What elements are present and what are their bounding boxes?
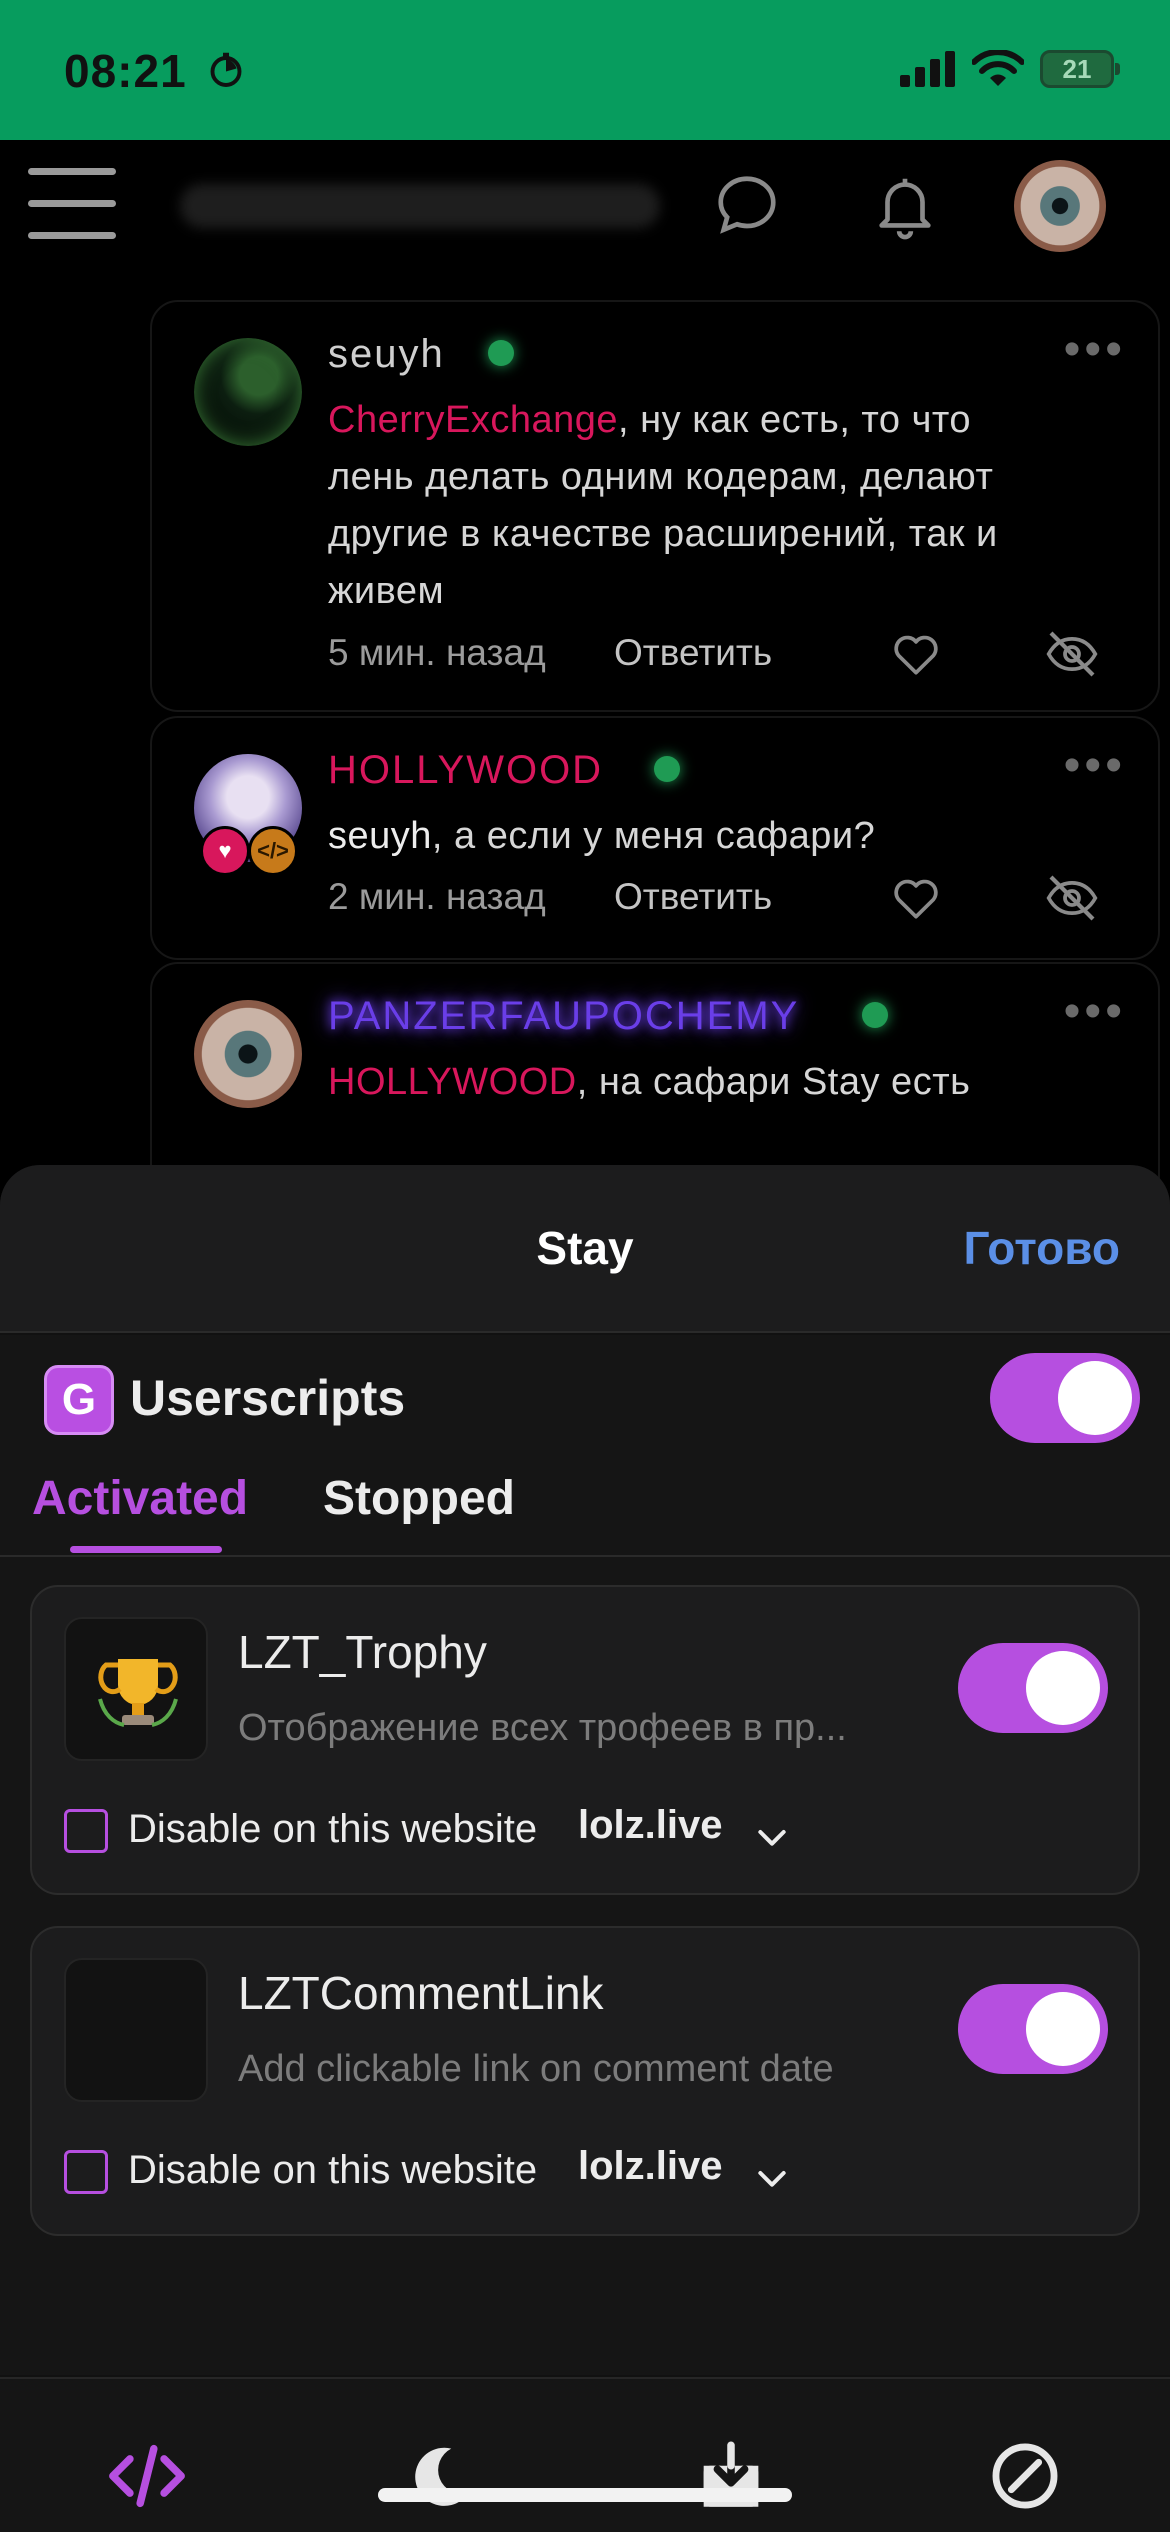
mention-link[interactable]: CherryExchange (328, 399, 618, 441)
script-card-lzt-trophy[interactable]: LZT_Trophy Отображение всех трофеев в пр… (30, 1585, 1140, 1895)
divider (0, 1555, 1170, 1557)
script-icon-placeholder (64, 1958, 208, 2102)
done-button[interactable]: Готово (963, 1221, 1120, 1275)
status-time: 08:21 (64, 45, 187, 97)
reply-button[interactable]: Ответить (614, 876, 772, 918)
mention-link[interactable]: HOLLYWOOD (328, 1061, 577, 1103)
status-bar: 08:21 21 (0, 0, 1170, 140)
reply-button[interactable]: Ответить (614, 632, 772, 674)
cellular-signal-icon (900, 51, 955, 87)
more-options-icon[interactable]: ••• (1064, 984, 1126, 1039)
mention-link[interactable]: seuyh (328, 815, 432, 857)
user-avatar[interactable] (1014, 160, 1106, 252)
comment-time[interactable]: 5 мин. назад (328, 632, 546, 674)
comment-author[interactable]: PANZERFAUPOCHEMY (328, 994, 799, 1039)
trophy-icon (64, 1617, 208, 1761)
dark-mode-moon-icon[interactable] (400, 2435, 482, 2517)
more-options-icon[interactable]: ••• (1064, 738, 1126, 793)
online-indicator (654, 756, 680, 782)
online-indicator (488, 340, 514, 366)
comment-card: seuyh ••• CherryExchange, ну как есть, т… (150, 300, 1160, 712)
download-icon[interactable] (690, 2435, 772, 2517)
heart-icon[interactable] (888, 870, 944, 926)
script-card-lztcommentlink[interactable]: LZTCommentLink Add clickable link on com… (30, 1926, 1140, 2236)
more-options-icon[interactable]: ••• (1064, 322, 1126, 377)
script-name: LZT_Trophy (238, 1626, 487, 1678)
eye-off-icon[interactable] (1044, 870, 1100, 926)
timer-icon (210, 52, 242, 87)
chevron-down-icon[interactable] (752, 2158, 792, 2198)
wifi-icon (972, 50, 1024, 86)
script-description: Отображение всех трофеев в пр... (238, 1707, 847, 1749)
avatar[interactable] (194, 338, 302, 446)
tab-stopped[interactable]: Stopped (323, 1471, 515, 1526)
script-description: Add clickable link on comment date (238, 2048, 834, 2090)
tab-activated[interactable]: Activated (32, 1471, 248, 1526)
userscripts-master-toggle[interactable] (990, 1353, 1140, 1443)
script-name: LZTCommentLink (238, 1967, 604, 2019)
comment-author[interactable]: HOLLYWOOD (328, 748, 603, 793)
disable-on-site-checkbox[interactable] (64, 1809, 108, 1853)
disable-on-site-label[interactable]: Disable on this website (128, 2148, 537, 2193)
site-name[interactable]: lolz.live (578, 1803, 723, 1848)
block-icon[interactable] (984, 2435, 1066, 2517)
menu-icon[interactable] (28, 168, 116, 244)
comment-text: CherryExchange, ну как есть, то что лень… (328, 399, 998, 612)
userscripts-logo-icon: G (44, 1365, 114, 1435)
heart-badge-icon: ♥ (200, 826, 250, 876)
heart-icon[interactable] (888, 626, 944, 682)
eye-off-icon[interactable] (1044, 626, 1100, 682)
battery-indicator: 21 (1040, 50, 1120, 88)
code-icon[interactable] (106, 2435, 188, 2517)
home-indicator[interactable] (378, 2488, 792, 2502)
chat-bubble-icon[interactable] (712, 170, 782, 240)
online-indicator (862, 1002, 888, 1028)
active-tab-indicator (70, 1546, 222, 1553)
section-title: Userscripts (130, 1370, 406, 1426)
comment-card: ♥ </> HOLLYWOOD ••• seuyh, а если у меня… (150, 716, 1160, 960)
disable-on-site-label[interactable]: Disable on this website (128, 1807, 537, 1852)
battery-level: 21 (1062, 54, 1092, 84)
code-badge-icon: </> (248, 826, 298, 876)
blurred-search-field[interactable] (180, 184, 660, 228)
comment-author[interactable]: seuyh (328, 332, 445, 377)
bell-icon[interactable] (870, 170, 940, 240)
chevron-down-icon[interactable] (752, 1817, 792, 1857)
forum-header (0, 140, 1170, 290)
stay-sheet: Stay Готово G Userscripts Activated Stop… (0, 1165, 1170, 2532)
script-enable-toggle[interactable] (958, 1643, 1108, 1733)
script-enable-toggle[interactable] (958, 1984, 1108, 2074)
sheet-header: Stay Готово (0, 1165, 1170, 1333)
site-name[interactable]: lolz.live (578, 2144, 723, 2189)
avatar[interactable] (194, 1000, 302, 1108)
disable-on-site-checkbox[interactable] (64, 2150, 108, 2194)
comment-text: HOLLYWOOD, на сафари Stay есть (328, 1061, 971, 1103)
comment-time[interactable]: 2 мин. назад (328, 876, 546, 918)
comment-text: seuyh, а если у меня сафари? (328, 815, 876, 857)
